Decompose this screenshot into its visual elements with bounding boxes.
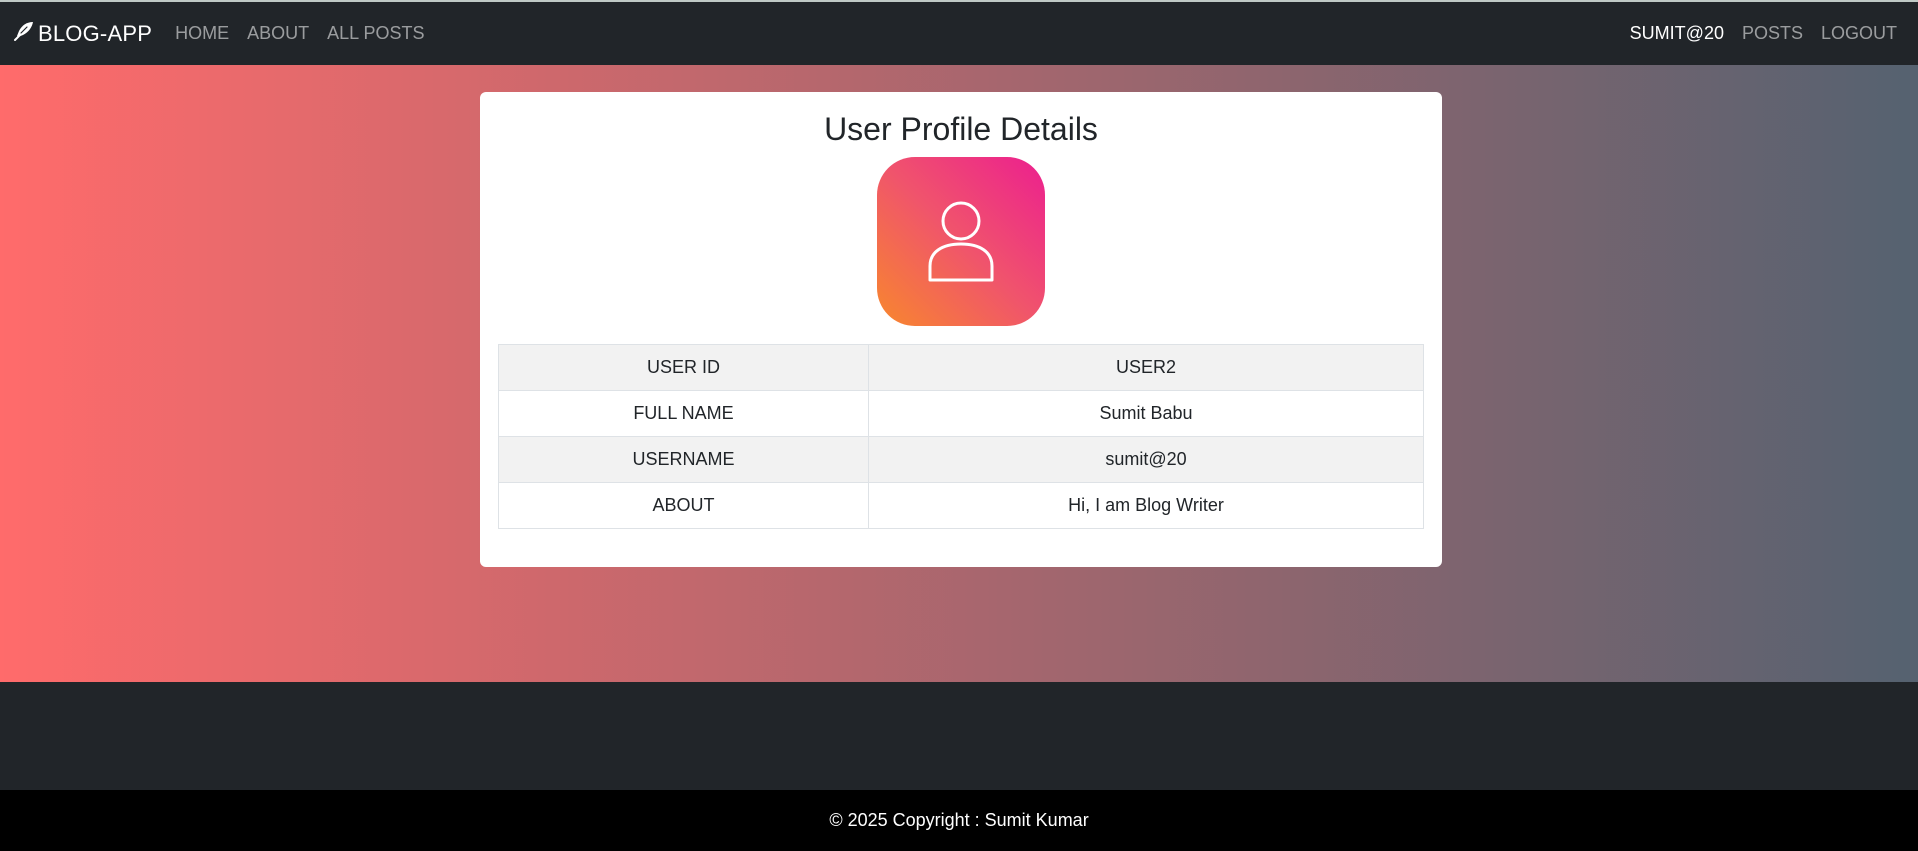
row-key-about: ABOUT bbox=[498, 482, 869, 529]
row-key-username: USERNAME bbox=[498, 436, 869, 483]
avatar bbox=[877, 157, 1045, 326]
row-value-username: sumit@20 bbox=[868, 436, 1424, 483]
row-value-full-name: Sumit Babu bbox=[868, 390, 1424, 437]
nav-left-menu: HOME ABOUT ALL POSTS bbox=[166, 23, 433, 44]
nav-link-posts[interactable]: POSTS bbox=[1733, 23, 1812, 44]
copyright-text: © 2025 Copyright : Sumit Kumar bbox=[829, 810, 1089, 830]
table-row: FULL NAME Sumit Babu bbox=[498, 390, 1424, 437]
nav-link-all-posts[interactable]: ALL POSTS bbox=[318, 23, 433, 44]
nav-right-menu: SUMIT@20 POSTS LOGOUT bbox=[1621, 23, 1906, 44]
table-row: USERNAME sumit@20 bbox=[498, 436, 1424, 483]
footer: © 2025 Copyright : Sumit Kumar bbox=[0, 790, 1918, 851]
row-key-user-id: USER ID bbox=[498, 344, 869, 391]
brand-label: BLOG-APP bbox=[38, 20, 153, 46]
page-title: User Profile Details bbox=[824, 111, 1098, 147]
hero-section: User Profile Details USER ID USER2 FULL … bbox=[0, 65, 1918, 682]
row-value-about: Hi, I am Blog Writer bbox=[868, 482, 1424, 529]
navbar: BLOG-APP HOME ABOUT ALL POSTS SUMIT@20 P… bbox=[0, 2, 1918, 65]
nav-link-logout[interactable]: LOGOUT bbox=[1812, 23, 1906, 44]
nav-link-user-profile[interactable]: SUMIT@20 bbox=[1621, 23, 1733, 44]
profile-card: User Profile Details USER ID USER2 FULL … bbox=[480, 92, 1442, 567]
nav-link-home[interactable]: HOME bbox=[166, 23, 238, 44]
user-icon bbox=[928, 201, 994, 281]
brand-link[interactable]: BLOG-APP bbox=[12, 19, 152, 49]
nav-link-about[interactable]: ABOUT bbox=[238, 23, 318, 44]
row-value-user-id: USER2 bbox=[868, 344, 1424, 391]
table-row: USER ID USER2 bbox=[498, 344, 1424, 391]
feather-pen-icon bbox=[12, 19, 38, 49]
table-row: ABOUT Hi, I am Blog Writer bbox=[498, 482, 1424, 529]
row-key-full-name: FULL NAME bbox=[498, 390, 869, 437]
profile-details-table: USER ID USER2 FULL NAME Sumit Babu USERN… bbox=[498, 344, 1424, 529]
